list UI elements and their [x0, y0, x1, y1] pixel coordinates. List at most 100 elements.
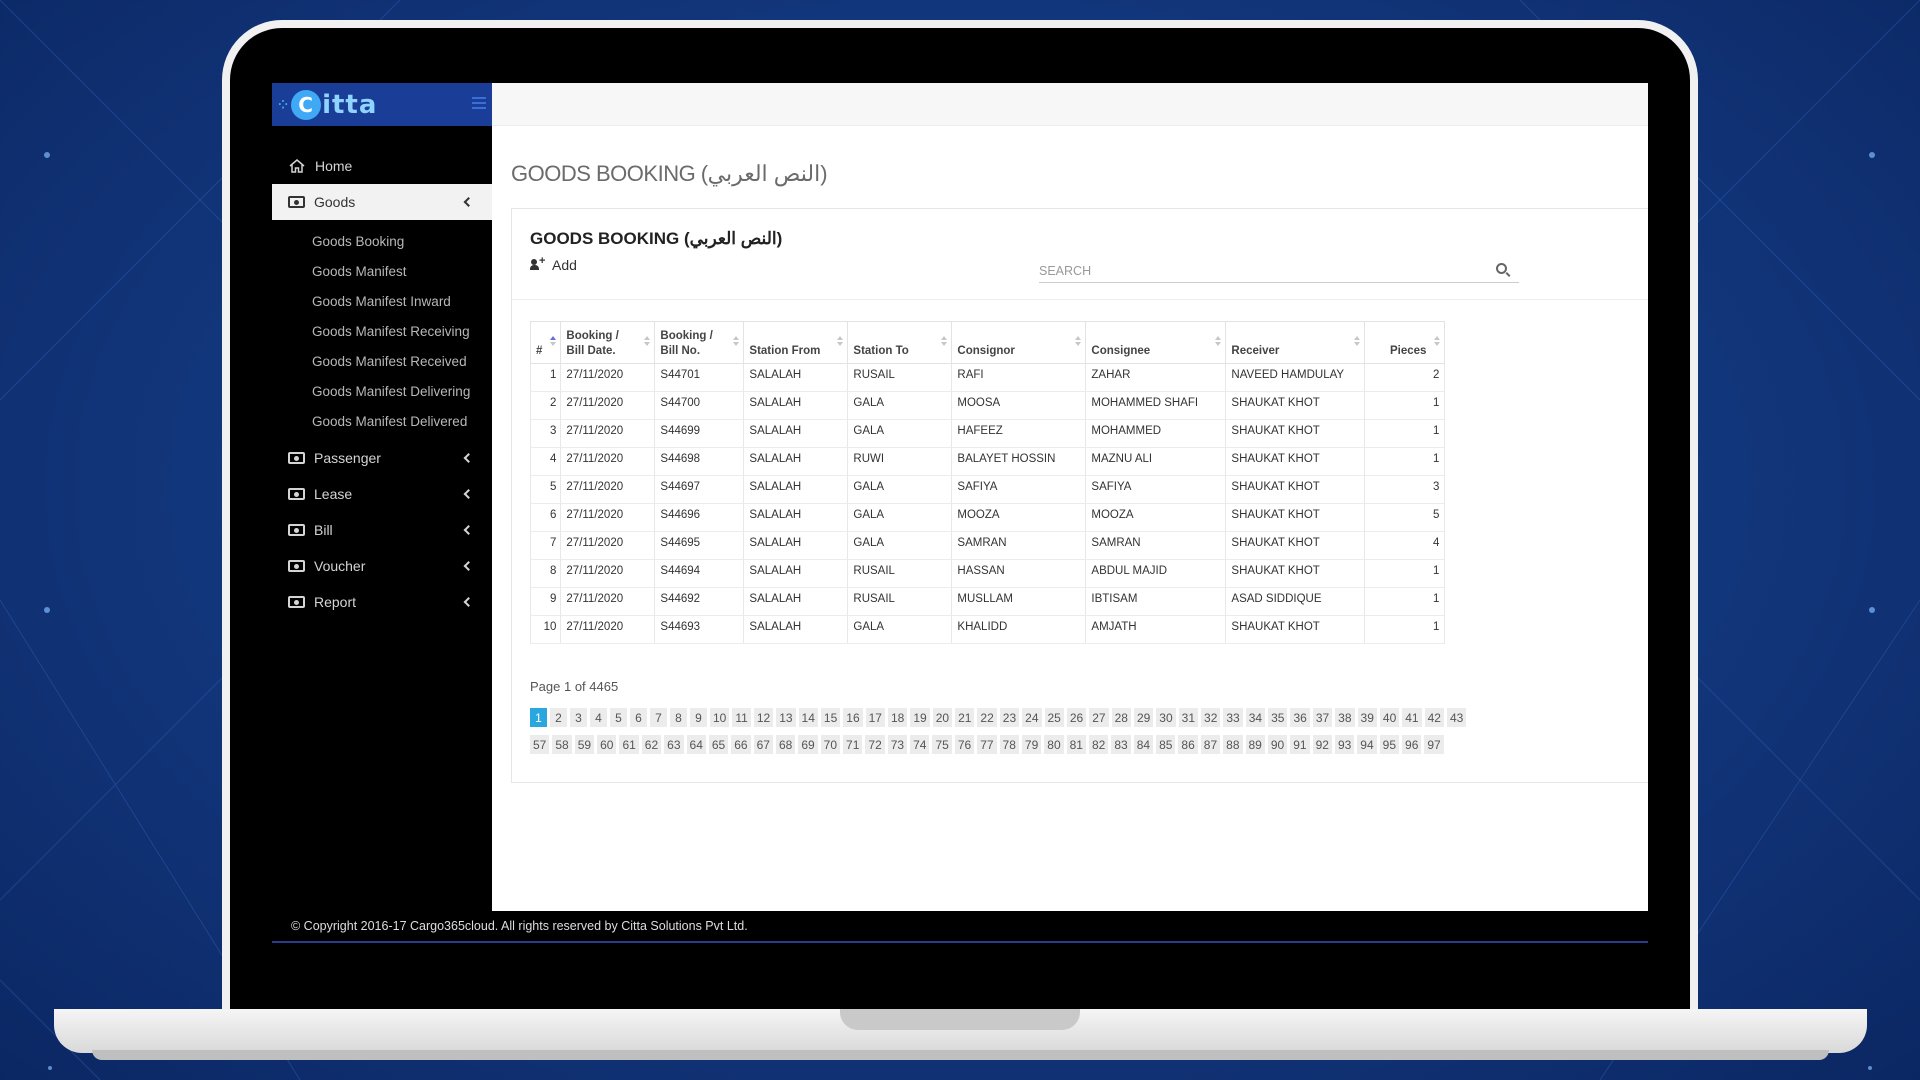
- page-button[interactable]: 80: [1044, 735, 1064, 754]
- page-button[interactable]: 20: [932, 708, 953, 727]
- page-button[interactable]: 34: [1245, 708, 1266, 727]
- page-button[interactable]: 77: [977, 735, 997, 754]
- sidebar-item-home[interactable]: Home: [272, 148, 492, 184]
- column-header-station-from[interactable]: Station From: [743, 321, 849, 364]
- page-button[interactable]: 70: [820, 735, 841, 754]
- page-button[interactable]: 30: [1156, 708, 1176, 727]
- page-button[interactable]: 74: [910, 735, 930, 754]
- page-button[interactable]: 60: [597, 735, 617, 754]
- table-row[interactable]: 3 27/11/2020 S44699 SALALAH GALA HAFEEZ MOHAMM…: [529, 419, 1446, 448]
- page-button[interactable]: 16: [843, 708, 863, 727]
- page-button[interactable]: 24: [1022, 708, 1042, 727]
- submenu-goods-manifest-receiving[interactable]: Goods Manifest Receiving: [272, 316, 492, 346]
- column-header-consignee[interactable]: Consignee: [1085, 321, 1227, 364]
- page-button[interactable]: 84: [1133, 735, 1154, 754]
- page-button[interactable]: 7: [650, 708, 667, 727]
- table-row[interactable]: 6 27/11/2020 S44696 SALALAH GALA MOOZA MOOZA SH…: [529, 503, 1446, 532]
- page-button[interactable]: 39: [1357, 708, 1377, 727]
- search-icon[interactable]: [1496, 263, 1507, 274]
- page-button[interactable]: 87: [1200, 735, 1221, 754]
- page-button[interactable]: 95: [1379, 735, 1400, 754]
- table-row[interactable]: 9 27/11/2020 S44692 SALALAH RUSAIL MUSLLAM IBT…: [529, 587, 1446, 616]
- page-button[interactable]: 21: [955, 708, 975, 727]
- table-row[interactable]: 5 27/11/2020 S44697 SALALAH GALA SAFIYA SAFIYA…: [529, 475, 1446, 504]
- page-button[interactable]: 6: [630, 708, 647, 727]
- submenu-goods-manifest-delivered[interactable]: Goods Manifest Delivered: [272, 406, 492, 436]
- page-button[interactable]: 61: [619, 735, 639, 754]
- page-button[interactable]: 91: [1290, 735, 1310, 754]
- page-button[interactable]: 37: [1312, 708, 1333, 727]
- page-button[interactable]: 23: [999, 708, 1020, 727]
- column-header-index[interactable]: #: [529, 321, 562, 364]
- page-button[interactable]: 68: [775, 735, 796, 754]
- page-button[interactable]: 12: [753, 708, 774, 727]
- page-button[interactable]: 79: [1021, 735, 1042, 754]
- page-button[interactable]: 65: [708, 735, 729, 754]
- page-button[interactable]: 13: [776, 708, 796, 727]
- page-button[interactable]: 8: [670, 708, 687, 727]
- menu-toggle-icon[interactable]: [472, 97, 486, 109]
- page-button[interactable]: 85: [1156, 735, 1176, 754]
- page-button[interactable]: 97: [1424, 735, 1444, 754]
- column-header-consignor[interactable]: Consignor: [951, 321, 1087, 364]
- page-button[interactable]: 4: [590, 708, 607, 727]
- page-button[interactable]: 15: [820, 708, 841, 727]
- table-row[interactable]: 1 27/11/2020 S44701 SALALAH RUSAIL RAFI ZAHAR N…: [529, 363, 1446, 392]
- page-button[interactable]: 76: [954, 735, 975, 754]
- page-button[interactable]: 63: [664, 735, 684, 754]
- sidebar-item-goods[interactable]: Goods: [272, 184, 492, 220]
- table-row[interactable]: 8 27/11/2020 S44694 SALALAH RUSAIL HASSAN ABDU…: [529, 559, 1446, 588]
- page-button[interactable]: 36: [1290, 708, 1310, 727]
- page-button[interactable]: 35: [1268, 708, 1288, 727]
- table-row[interactable]: 4 27/11/2020 S44698 SALALAH RUWI BALAYET HOSS…: [529, 447, 1446, 476]
- page-button[interactable]: 72: [865, 735, 885, 754]
- page-button[interactable]: 73: [887, 735, 908, 754]
- column-header-date[interactable]: Booking / Bill Date.: [560, 321, 656, 364]
- page-button[interactable]: 3: [570, 708, 587, 727]
- table-row[interactable]: 10 27/11/2020 S44693 SALALAH GALA KHALIDD AMJA…: [529, 615, 1446, 644]
- page-button[interactable]: 42: [1424, 708, 1444, 727]
- page-button[interactable]: 28: [1111, 708, 1131, 727]
- page-button[interactable]: 90: [1267, 735, 1288, 754]
- page-button[interactable]: 62: [641, 735, 662, 754]
- page-button[interactable]: 71: [843, 735, 863, 754]
- page-button[interactable]: 1: [530, 708, 547, 727]
- page-button[interactable]: 14: [798, 708, 818, 727]
- page-button[interactable]: 10: [710, 708, 730, 727]
- column-header-bill-no[interactable]: Booking / Bill No.: [654, 321, 745, 364]
- page-button[interactable]: 29: [1133, 708, 1154, 727]
- page-button[interactable]: 83: [1111, 735, 1131, 754]
- page-button[interactable]: 40: [1379, 708, 1400, 727]
- page-button[interactable]: 9: [690, 708, 707, 727]
- submenu-goods-manifest-received[interactable]: Goods Manifest Received: [272, 346, 492, 376]
- page-button[interactable]: 81: [1066, 735, 1086, 754]
- page-button[interactable]: 2: [550, 708, 567, 727]
- page-button[interactable]: 86: [1178, 735, 1198, 754]
- page-button[interactable]: 17: [865, 708, 885, 727]
- page-button[interactable]: 43: [1446, 708, 1467, 727]
- page-button[interactable]: 78: [999, 735, 1019, 754]
- page-button[interactable]: 66: [731, 735, 751, 754]
- table-row[interactable]: 7 27/11/2020 S44695 SALALAH GALA SAMRAN SAMRAN…: [529, 531, 1446, 560]
- page-button[interactable]: 31: [1178, 708, 1199, 727]
- sidebar-item-bill[interactable]: Bill: [272, 512, 492, 548]
- page-button[interactable]: 88: [1223, 735, 1243, 754]
- page-button[interactable]: 67: [753, 735, 773, 754]
- citta-logo[interactable]: ⁘ C itta: [278, 89, 377, 120]
- page-button[interactable]: 19: [910, 708, 930, 727]
- column-header-pieces[interactable]: Pieces: [1364, 321, 1446, 364]
- page-button[interactable]: 58: [552, 735, 572, 754]
- submenu-goods-manifest[interactable]: Goods Manifest: [272, 256, 492, 286]
- page-button[interactable]: 41: [1402, 708, 1422, 727]
- page-button[interactable]: 89: [1245, 735, 1265, 754]
- page-button[interactable]: 75: [932, 735, 952, 754]
- page-button[interactable]: 22: [977, 708, 997, 727]
- page-button[interactable]: 92: [1312, 735, 1332, 754]
- page-button[interactable]: 11: [732, 708, 751, 727]
- page-button[interactable]: 69: [798, 735, 818, 754]
- page-button[interactable]: 59: [574, 735, 595, 754]
- sidebar-item-lease[interactable]: Lease: [272, 476, 492, 512]
- submenu-goods-manifest-delivering[interactable]: Goods Manifest Delivering: [272, 376, 492, 406]
- page-button[interactable]: 57: [530, 735, 550, 754]
- page-button[interactable]: 64: [686, 735, 706, 754]
